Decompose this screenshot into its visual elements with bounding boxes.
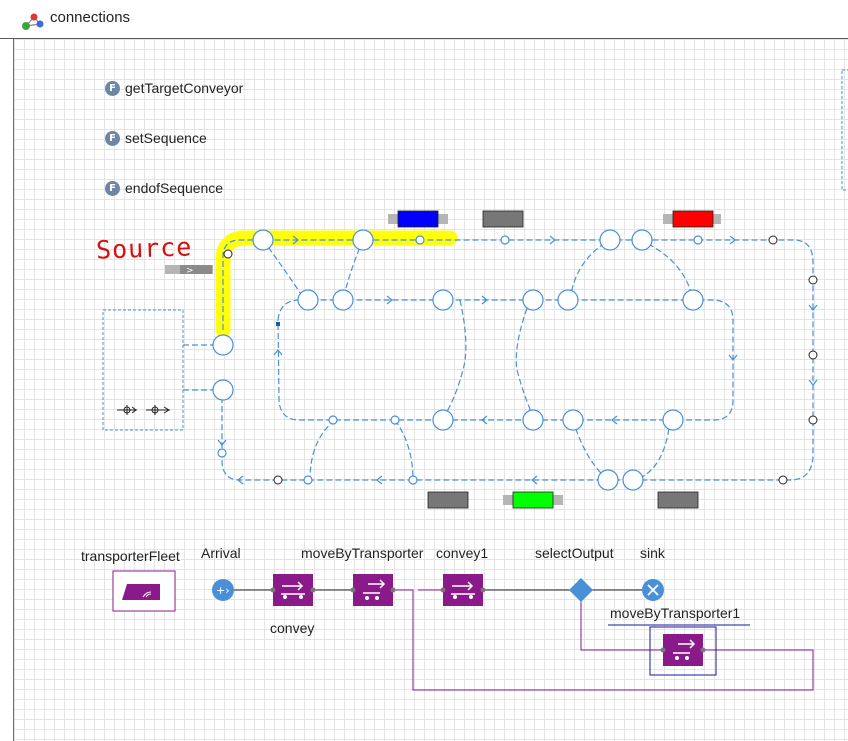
small-node — [217, 448, 227, 458]
transporter-fleet-block[interactable] — [112, 570, 176, 612]
network-node — [662, 409, 684, 431]
small-node — [303, 475, 313, 485]
convey1-label: convey1 — [436, 545, 489, 561]
network-nodes — [212, 229, 704, 491]
path-marker — [276, 322, 280, 326]
network-node — [597, 469, 619, 491]
source-conveyor[interactable]: > — [165, 265, 213, 276]
station-blue[interactable] — [388, 210, 448, 228]
network-node — [432, 409, 454, 431]
network-diagram: > +› — [102, 69, 848, 691]
arrival-block[interactable]: +› — [212, 579, 234, 601]
network-node — [522, 289, 544, 311]
svg-text:+›: +› — [216, 584, 230, 597]
select-output-block[interactable] — [569, 578, 593, 602]
partial-region — [841, 69, 848, 191]
convey1-block[interactable] — [440, 574, 486, 606]
network-node — [599, 229, 621, 251]
network-node — [332, 289, 354, 311]
station-gray-bottom-left[interactable] — [427, 491, 469, 509]
small-node — [328, 415, 338, 425]
network-node — [252, 229, 274, 251]
small-node — [408, 475, 418, 485]
black-nodes — [223, 235, 818, 485]
node-pattern-icon — [117, 405, 170, 415]
station-red[interactable] — [663, 210, 721, 228]
small-node — [390, 415, 400, 425]
small-node — [415, 235, 425, 245]
svg-text:>: > — [186, 266, 194, 276]
network-node — [562, 409, 584, 431]
arrival-label: Arrival — [201, 545, 241, 561]
network-node — [352, 229, 374, 251]
sink-block[interactable] — [642, 579, 664, 601]
network-node — [522, 409, 544, 431]
move-by-transporter1-label: moveByTransporter1 — [610, 605, 741, 621]
stations — [388, 210, 721, 509]
sink-label: sink — [640, 545, 665, 561]
station-green[interactable] — [503, 491, 563, 509]
network-node — [622, 469, 644, 491]
network-node — [212, 334, 234, 356]
station-gray-bottom-right[interactable] — [657, 491, 699, 509]
source-annotation: Source — [95, 232, 193, 265]
source-region[interactable] — [102, 309, 184, 431]
network-node — [297, 289, 319, 311]
transporter-fleet-label: transporterFleet — [81, 548, 180, 564]
convey-block[interactable] — [270, 574, 316, 606]
network-paths — [183, 239, 814, 481]
small-node — [500, 235, 510, 245]
network-node — [432, 289, 454, 311]
move-by-transporter-label: moveByTransporter — [301, 545, 424, 561]
convey-label: convey — [270, 620, 315, 636]
network-node — [557, 289, 579, 311]
path-arrows — [217, 235, 818, 485]
network-node — [682, 289, 704, 311]
station-gray-top[interactable] — [482, 210, 524, 228]
network-node — [631, 229, 653, 251]
highlight-annotation — [215, 230, 458, 338]
small-node — [693, 235, 703, 245]
select-output-label: selectOutput — [535, 545, 614, 561]
network-node — [212, 379, 234, 401]
move-by-transporter-block[interactable] — [350, 574, 396, 606]
